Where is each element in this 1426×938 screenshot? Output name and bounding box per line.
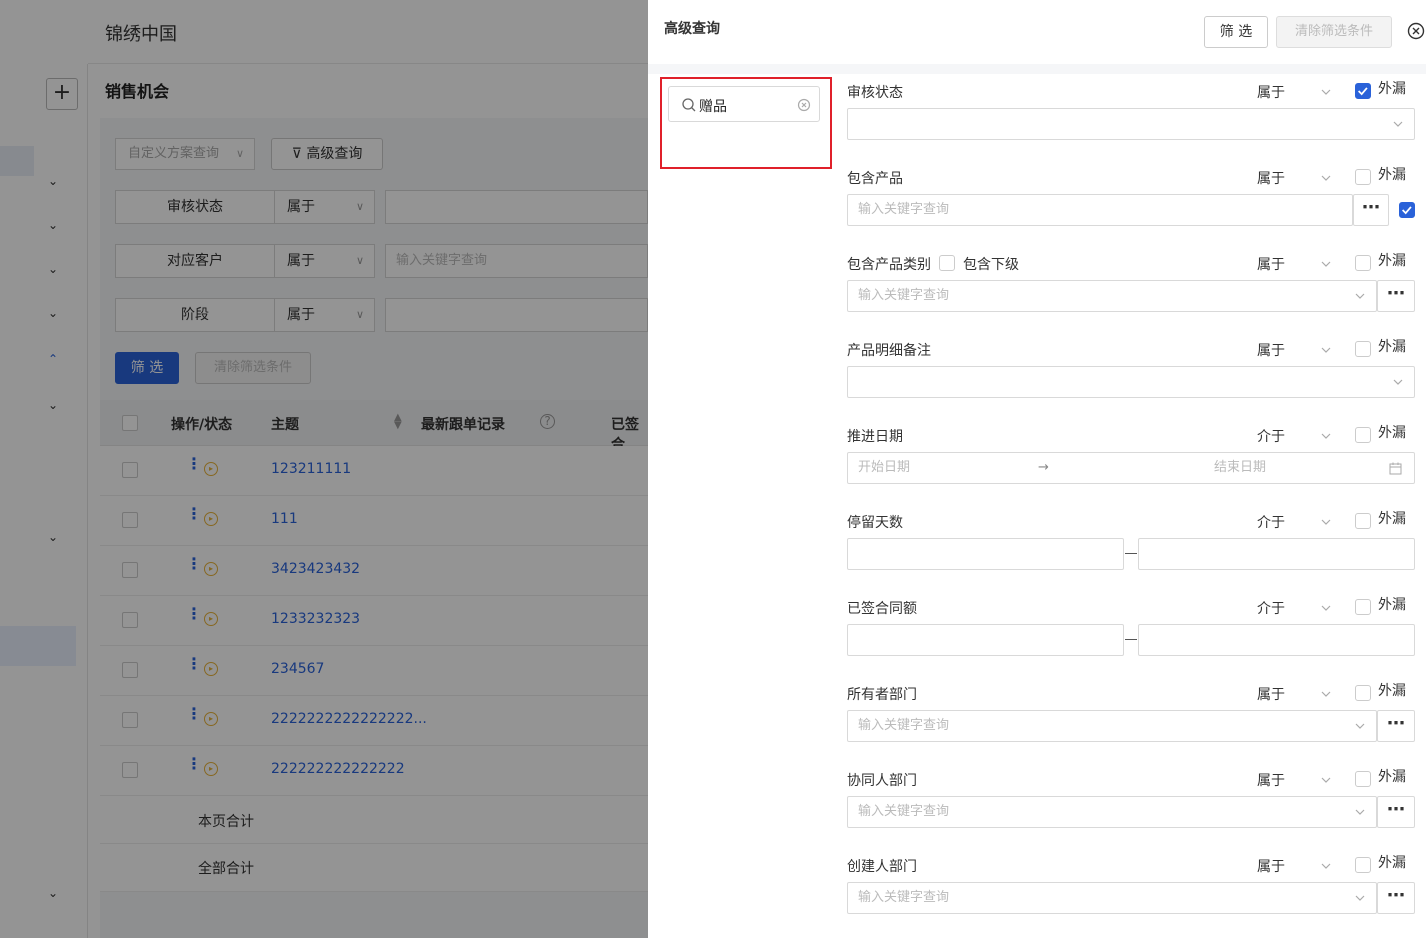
operator-select[interactable]: 介于 — [1257, 426, 1285, 446]
chevron-down-icon[interactable] — [1320, 774, 1332, 786]
chevron-down-icon — [1355, 895, 1365, 901]
owner-dept-input[interactable]: 输入关键字查询 — [847, 710, 1377, 742]
include-sub-label: 包含下级 — [963, 257, 1019, 273]
calendar-icon — [1389, 462, 1402, 475]
exclude-checkbox[interactable] — [1355, 599, 1371, 615]
more-button[interactable]: ⋯ — [1353, 194, 1389, 226]
field-label-stay-days: 停留天数 — [847, 515, 903, 531]
chevron-down-icon[interactable] — [1320, 258, 1332, 270]
check-icon — [1358, 87, 1368, 96]
operator-select[interactable]: 属于 — [1257, 340, 1285, 360]
modal-overlay[interactable] — [0, 0, 648, 938]
creator-dept-input[interactable]: 输入关键字查询 — [847, 882, 1377, 914]
range-separator — [1125, 553, 1137, 554]
field-label-contract-amount: 已签合同额 — [847, 601, 917, 617]
exclude-label: 外漏 — [1378, 855, 1406, 871]
chevron-down-icon[interactable] — [1320, 344, 1332, 356]
divider — [648, 64, 1426, 74]
exclude-checkbox[interactable] — [1355, 83, 1371, 99]
operator-select[interactable]: 介于 — [1257, 512, 1285, 532]
field-label-owner-dept: 所有者部门 — [847, 687, 917, 703]
check-icon — [1402, 206, 1412, 215]
range-min-input[interactable] — [847, 624, 1124, 656]
exclude-label: 外漏 — [1378, 167, 1406, 183]
product-remark-select[interactable] — [847, 366, 1415, 398]
include-sub-checkbox[interactable] — [939, 255, 955, 271]
operator-select[interactable]: 介于 — [1257, 598, 1285, 618]
exclude-label: 外漏 — [1378, 769, 1406, 785]
operator-select[interactable]: 属于 — [1257, 770, 1285, 790]
exclude-label: 外漏 — [1378, 339, 1406, 355]
chevron-down-icon[interactable] — [1320, 172, 1332, 184]
more-button[interactable]: ⋯ — [1377, 710, 1415, 742]
chevron-down-icon — [1355, 293, 1365, 299]
exclude-label: 外漏 — [1378, 511, 1406, 527]
field-label-product: 包含产品 — [847, 171, 903, 187]
field-label-creator-dept: 创建人部门 — [847, 859, 917, 875]
operator-select[interactable]: 属于 — [1257, 254, 1285, 274]
chevron-down-icon[interactable] — [1320, 602, 1332, 614]
close-icon[interactable] — [1407, 22, 1425, 40]
filter-button[interactable]: 筛 选 — [1204, 16, 1268, 48]
chevron-down-icon — [1355, 723, 1365, 729]
chevron-down-icon — [1393, 121, 1403, 127]
exclude-label: 外漏 — [1378, 683, 1406, 699]
advanced-query-drawer: 高级查询 筛 选 清除筛选条件 赠品 审核状态 属于 外漏 包含产品 属于 外漏… — [648, 0, 1426, 938]
field-search-input[interactable]: 赠品 — [668, 86, 820, 122]
chevron-down-icon — [1393, 379, 1403, 385]
exclude-checkbox[interactable] — [1355, 857, 1371, 873]
field-label-product-remark: 产品明细备注 — [847, 343, 931, 359]
more-button[interactable]: ⋯ — [1377, 796, 1415, 828]
range-min-input[interactable] — [847, 538, 1124, 570]
chevron-down-icon[interactable] — [1320, 688, 1332, 700]
collab-dept-input[interactable]: 输入关键字查询 — [847, 796, 1377, 828]
chevron-down-icon[interactable] — [1320, 516, 1332, 528]
range-max-input[interactable] — [1138, 538, 1415, 570]
field-label-collab-dept: 协同人部门 — [847, 773, 917, 789]
more-button[interactable]: ⋯ — [1377, 882, 1415, 914]
product-category-input[interactable]: 输入关键字查询 — [847, 280, 1377, 312]
operator-select[interactable]: 属于 — [1257, 168, 1285, 188]
chevron-down-icon[interactable] — [1320, 86, 1332, 98]
field-label-advance-date: 推进日期 — [847, 429, 903, 445]
field-label-product-category: 包含产品类别 — [847, 257, 931, 273]
product-input[interactable]: 输入关键字查询 — [847, 194, 1353, 226]
chevron-down-icon — [1355, 809, 1365, 815]
field-label-audit-status: 审核状态 — [847, 85, 903, 101]
exclude-label: 外漏 — [1378, 425, 1406, 441]
exclude-label: 外漏 — [1378, 81, 1406, 97]
audit-status-select[interactable] — [847, 108, 1415, 140]
exclude-checkbox[interactable] — [1355, 771, 1371, 787]
exclude-checkbox[interactable] — [1355, 427, 1371, 443]
operator-select[interactable]: 属于 — [1257, 684, 1285, 704]
exclude-checkbox[interactable] — [1355, 513, 1371, 529]
exclude-label: 外漏 — [1378, 253, 1406, 269]
clear-filter-button[interactable]: 清除筛选条件 — [1276, 16, 1392, 48]
search-icon — [682, 98, 696, 112]
exclude-checkbox[interactable] — [1355, 685, 1371, 701]
exclude-label: 外漏 — [1378, 597, 1406, 613]
exclude-checkbox[interactable] — [1355, 341, 1371, 357]
operator-select[interactable]: 属于 — [1257, 856, 1285, 876]
more-button[interactable]: ⋯ — [1377, 280, 1415, 312]
date-range-picker[interactable]: 开始日期 → 结束日期 — [847, 452, 1415, 484]
product-extra-checkbox[interactable] — [1399, 202, 1415, 218]
operator-select[interactable]: 属于 — [1257, 82, 1285, 102]
arrow-right-icon: → — [1038, 460, 1049, 475]
chevron-down-icon[interactable] — [1320, 860, 1332, 872]
date-start: 开始日期 — [858, 460, 911, 475]
search-value: 赠品 — [699, 99, 727, 115]
clear-icon[interactable] — [797, 98, 811, 112]
exclude-checkbox[interactable] — [1355, 255, 1371, 271]
chevron-down-icon[interactable] — [1320, 430, 1332, 442]
date-end: 结束日期 — [1214, 460, 1267, 475]
range-separator — [1125, 639, 1137, 640]
exclude-checkbox[interactable] — [1355, 169, 1371, 185]
range-max-input[interactable] — [1138, 624, 1415, 656]
drawer-title: 高级查询 — [664, 21, 720, 37]
